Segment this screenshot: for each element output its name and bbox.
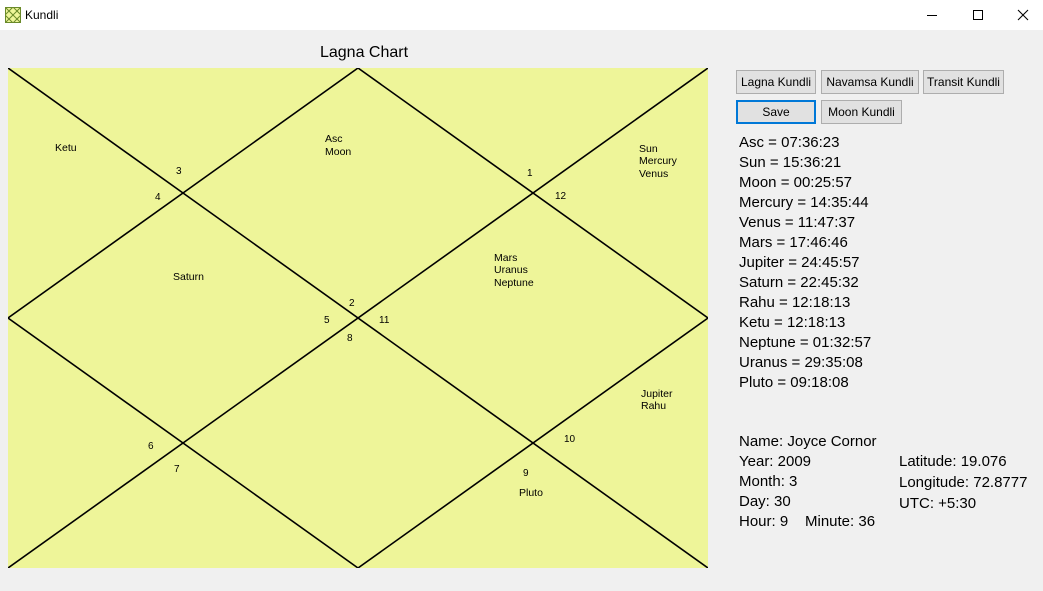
position-rahu: Rahu = 12:18:13: [739, 294, 851, 311]
planets-house-4: Saturn: [173, 271, 204, 283]
planet-label: Neptune: [494, 277, 534, 289]
position-ketu: Ketu = 12:18:13: [739, 314, 846, 331]
moon-kundli-button[interactable]: Moon Kundli: [821, 100, 902, 124]
lagna-kundli-button[interactable]: Lagna Kundli: [736, 70, 816, 94]
position-mercury: Mercury = 14:35:44: [739, 194, 869, 211]
planet-label: Pluto: [519, 487, 543, 499]
planet-label: Rahu: [641, 400, 666, 412]
planet-label: Venus: [639, 168, 668, 180]
hour-label: Hour: 9: [739, 513, 789, 530]
position-mars: Mars = 17:46:46: [739, 234, 848, 251]
maximize-icon: [973, 10, 983, 20]
position-sun: Sun = 15:36:21: [739, 154, 842, 171]
planets-house-9: Pluto: [519, 487, 543, 499]
position-pluto: Pluto = 09:18:08: [739, 374, 849, 391]
close-icon: [1017, 9, 1029, 21]
planet-label: Moon: [325, 146, 351, 158]
house-number-1: 1: [527, 168, 533, 179]
planet-label: Asc: [325, 133, 343, 145]
planet-label: Ketu: [55, 142, 77, 154]
year-label: Year: 2009: [739, 453, 812, 470]
position-uranus: Uranus = 29:35:08: [739, 354, 863, 371]
house-number-2: 2: [349, 298, 355, 309]
close-button[interactable]: [1000, 0, 1043, 30]
maximize-button[interactable]: [955, 0, 1001, 30]
house-number-7: 7: [174, 464, 180, 475]
position-moon: Moon = 00:25:57: [739, 174, 853, 191]
position-asc: Asc = 07:36:23: [739, 134, 840, 151]
planet-label: Jupiter: [641, 388, 673, 400]
planet-label: Sun: [639, 143, 658, 155]
chart-title: Lagna Chart: [319, 44, 409, 61]
position-saturn: Saturn = 22:45:32: [739, 274, 859, 291]
app-icon: [5, 7, 21, 23]
position-neptune: Neptune = 01:32:57: [739, 334, 872, 351]
utc-label: UTC: +5:30: [899, 495, 977, 512]
planet-label: Saturn: [173, 271, 204, 283]
house-number-10: 10: [564, 434, 576, 445]
house-number-6: 6: [148, 441, 154, 452]
month-label: Month: 3: [739, 473, 798, 490]
title-bar: Kundli: [0, 0, 1043, 30]
house-number-11: 11: [379, 315, 390, 326]
house-number-5: 5: [324, 315, 330, 326]
lagna-chart: 1 2 3 4 5 6 7 8 9 10 11 12 Asc Moon Sun …: [8, 68, 708, 568]
navamsa-kundli-button[interactable]: Navamsa Kundli: [821, 70, 919, 94]
planet-label: Uranus: [494, 264, 528, 276]
house-number-4: 4: [155, 192, 161, 203]
planet-label: Mars: [494, 252, 517, 264]
minimize-button[interactable]: [909, 0, 955, 30]
longitude-label: Longitude: 72.8777: [899, 474, 1028, 491]
planets-house-3: Ketu: [55, 142, 77, 154]
minimize-icon: [927, 15, 937, 16]
minute-label: Minute: 36: [805, 513, 876, 530]
position-jupiter: Jupiter = 24:45:57: [739, 254, 860, 271]
house-number-12: 12: [555, 191, 567, 202]
day-label: Day: 30: [739, 493, 791, 510]
house-number-8: 8: [347, 333, 353, 344]
house-number-3: 3: [176, 166, 182, 177]
save-button[interactable]: Save: [736, 100, 816, 124]
name-label: Name: Joyce Cornor: [739, 433, 877, 450]
transit-kundli-button[interactable]: Transit Kundli: [923, 70, 1004, 94]
planet-label: Mercury: [639, 155, 678, 167]
window-title: Kundli: [25, 8, 59, 22]
latitude-label: Latitude: 19.076: [899, 453, 1007, 470]
house-number-9: 9: [523, 468, 529, 479]
position-venus: Venus = 11:47:37: [739, 214, 856, 231]
planet-positions: Asc = 07:36:23 Sun = 15:36:21 Moon = 00:…: [739, 133, 871, 393]
